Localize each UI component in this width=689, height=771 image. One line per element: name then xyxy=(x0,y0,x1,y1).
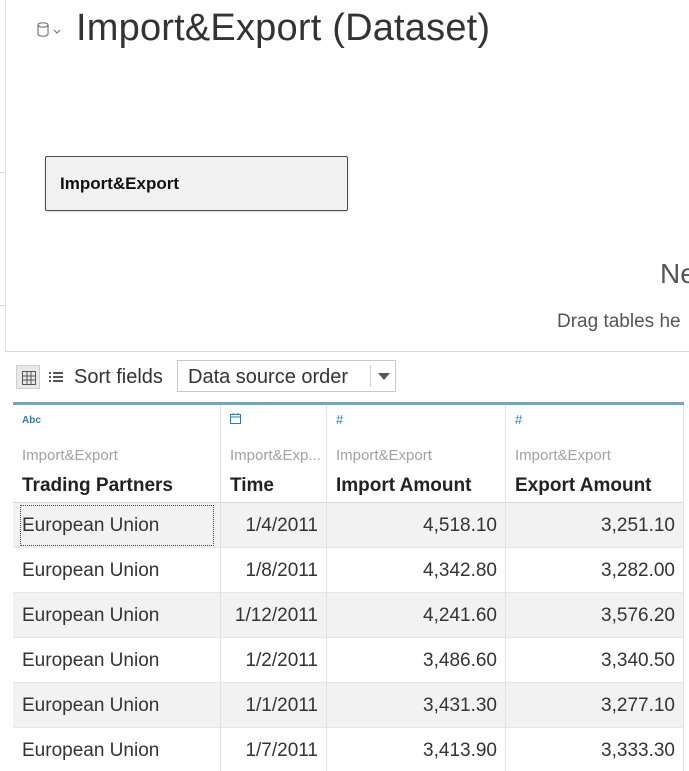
column-name: Trading Partners xyxy=(22,475,173,496)
table-cell[interactable]: 1/12/2011 xyxy=(221,593,327,638)
table-card-label: Import&Export xyxy=(60,174,179,193)
table-cell[interactable]: 1/7/2011 xyxy=(221,728,327,771)
table-row[interactable]: European Union 1/4/2011 4,518.10 3,251.1… xyxy=(13,503,684,548)
database-dropdown-icon[interactable] xyxy=(36,20,62,42)
column-source: Import&Export xyxy=(515,447,611,464)
dropdown-separator xyxy=(370,365,371,387)
column-name: Import Amount xyxy=(336,475,472,496)
cell-selection xyxy=(20,505,214,546)
table-cell[interactable]: 1/8/2011 xyxy=(221,548,327,593)
number-type-icon[interactable]: # xyxy=(515,412,522,427)
column-header-import-amount[interactable]: # Import&Export Import Amount xyxy=(327,405,506,503)
table-cell[interactable]: European Union xyxy=(13,638,221,683)
table-row[interactable]: European Union 1/8/2011 4,342.80 3,282.0… xyxy=(13,548,684,593)
column-name: Export Amount xyxy=(515,475,652,496)
table-cell[interactable]: 4,241.60 xyxy=(327,593,506,638)
canvas-empty-heading: Ne xyxy=(660,258,689,289)
table-cell[interactable]: 3,486.60 xyxy=(327,638,506,683)
list-view-button[interactable] xyxy=(44,365,68,389)
table-cell[interactable]: 4,342.80 xyxy=(327,548,506,593)
table-cell[interactable]: 3,576.20 xyxy=(506,593,684,638)
data-grid: Abc Import&Export Trading Partners Impor… xyxy=(13,402,684,771)
chevron-down-icon xyxy=(378,373,390,380)
table-row[interactable]: European Union 1/2/2011 3,486.60 3,340.5… xyxy=(13,638,684,683)
sort-order-dropdown[interactable]: Data source order xyxy=(177,360,396,392)
table-cell[interactable]: 3,431.30 xyxy=(327,683,506,728)
column-source: Import&Export xyxy=(336,447,432,464)
column-header-trading-partners[interactable]: Abc Import&Export Trading Partners xyxy=(13,405,221,503)
column-header-time[interactable]: Import&Exp... Time xyxy=(221,405,327,503)
table-cell[interactable]: 1/2/2011 xyxy=(221,638,327,683)
grid-view-button[interactable] xyxy=(16,365,40,389)
panel-divider xyxy=(0,305,5,306)
table-cell[interactable]: 3,340.50 xyxy=(506,638,684,683)
calendar-icon[interactable] xyxy=(230,413,241,427)
table-row[interactable]: European Union 1/1/2011 3,431.30 3,277.1… xyxy=(13,683,684,728)
table-cell[interactable]: European Union xyxy=(13,683,221,728)
table-cell[interactable]: 3,282.00 xyxy=(506,548,684,593)
column-name: Time xyxy=(230,475,275,496)
grid-header: Abc Import&Export Trading Partners Impor… xyxy=(13,402,684,503)
panel-divider xyxy=(0,172,5,173)
column-header-export-amount[interactable]: # Import&Export Export Amount xyxy=(506,405,684,503)
column-source: Import&Exp... xyxy=(230,447,321,464)
list-view-icon xyxy=(49,372,63,382)
table-cell[interactable]: 1/1/2011 xyxy=(221,683,327,728)
table-cell[interactable]: European Union xyxy=(13,593,221,638)
grid-view-icon xyxy=(22,371,36,385)
pane-divider[interactable] xyxy=(5,351,689,352)
table-cell[interactable]: 3,277.10 xyxy=(506,683,684,728)
table-cell[interactable]: 3,413.90 xyxy=(327,728,506,771)
number-type-icon[interactable]: # xyxy=(336,412,343,427)
table-row[interactable]: European Union 1/7/2011 3,413.90 3,333.3… xyxy=(13,728,684,771)
canvas-empty-hint: Drag tables he xyxy=(557,311,681,332)
table-cell[interactable]: European Union xyxy=(13,503,221,548)
table-cell[interactable]: 4,518.10 xyxy=(327,503,506,548)
table-cell[interactable]: 3,251.10 xyxy=(506,503,684,548)
table-cell[interactable]: 1/4/2011 xyxy=(221,503,327,548)
datasource-title[interactable]: Import&Export (Dataset) xyxy=(76,7,490,50)
table-cell[interactable]: European Union xyxy=(13,548,221,593)
string-type-icon[interactable]: Abc xyxy=(22,415,41,426)
column-source: Import&Export xyxy=(22,447,118,464)
table-row[interactable]: European Union 1/12/2011 4,241.60 3,576.… xyxy=(13,593,684,638)
table-cell[interactable]: European Union xyxy=(13,728,221,771)
left-panel-edge xyxy=(0,0,6,352)
table-cell[interactable]: 3,333.30 xyxy=(506,728,684,771)
table-card-import-export[interactable]: Import&Export xyxy=(45,156,348,211)
sort-order-value: Data source order xyxy=(188,366,349,388)
sort-fields-label: Sort fields xyxy=(74,366,163,388)
